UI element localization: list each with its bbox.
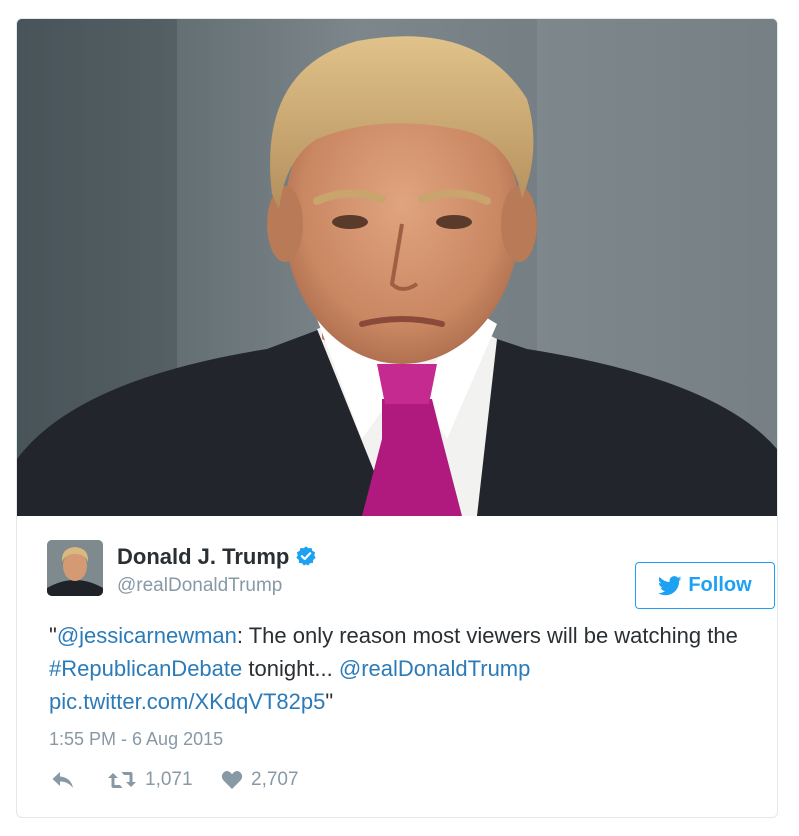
verified-badge-icon	[296, 546, 316, 566]
tweet-text-part: : The only reason most viewers will be w…	[236, 623, 738, 648]
twitter-bird-icon	[658, 575, 682, 595]
tweet-timestamp[interactable]: 1:55 PM - 6 Aug 2015	[49, 729, 223, 750]
tweet-photo[interactable]	[17, 19, 777, 516]
reply-icon	[52, 772, 73, 788]
tweet-header: Donald J. Trump @realDonaldTrump Follow	[47, 540, 775, 609]
open-quote: "	[49, 623, 57, 648]
pic-link[interactable]: pic.twitter.com/XKdqVT82p5	[49, 689, 325, 714]
like-count: 2,707	[251, 769, 299, 790]
user-handle[interactable]: @realDonaldTrump	[117, 575, 282, 597]
mention-link[interactable]: @jessicarnewman	[57, 623, 237, 648]
follow-button-label: Follow	[688, 574, 752, 596]
portrait-image	[17, 19, 777, 516]
reply-button[interactable]	[51, 769, 75, 791]
tweet-text: "@jessicarnewman: The only reason most v…	[49, 619, 759, 718]
tweet-text-part: tonight...	[242, 656, 339, 681]
avatar-image	[47, 540, 103, 596]
retweet-button[interactable]: 1,071	[107, 769, 193, 791]
avatar[interactable]	[47, 540, 103, 596]
follow-button[interactable]: Follow	[635, 562, 775, 609]
tweet-actions: 1,071 2,707	[51, 769, 451, 799]
tweet-card: Donald J. Trump @realDonaldTrump Follow …	[16, 18, 778, 818]
display-name-text: Donald J. Trump	[117, 544, 290, 569]
user-display-name[interactable]: Donald J. Trump	[117, 544, 317, 570]
heart-icon	[221, 771, 243, 789]
retweet-icon	[108, 772, 136, 788]
mention-link[interactable]: @realDonaldTrump	[339, 656, 530, 681]
hashtag-link[interactable]: #RepublicanDebate	[49, 656, 242, 681]
like-button[interactable]: 2,707	[221, 769, 299, 791]
close-quote: "	[325, 689, 334, 714]
retweet-count: 1,071	[145, 769, 193, 790]
